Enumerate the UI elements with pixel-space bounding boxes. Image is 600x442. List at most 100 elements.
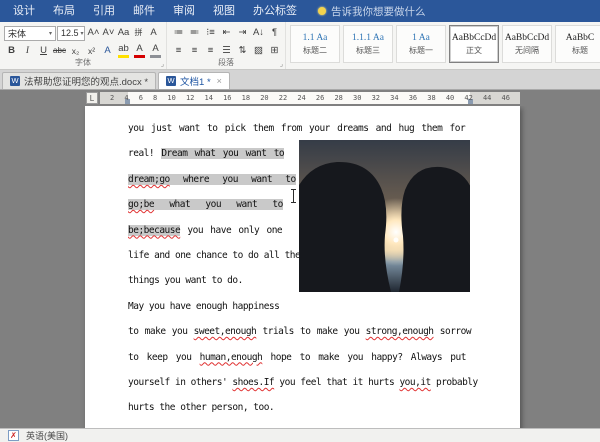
ruler-number: 14 — [205, 92, 213, 104]
phonetic-guide-icon[interactable]: 拼 — [131, 25, 146, 41]
ruler-row: L 24681012141618202224262830323436384042… — [0, 90, 600, 106]
document-tab[interactable]: W 法帮助您证明您的观点.docx * — [2, 72, 156, 89]
ruler-number: 44 — [483, 92, 491, 104]
text-line[interactable]: hurts the other person, too. — [128, 395, 476, 420]
status-bar: ✗ 英语(美国) — [0, 428, 600, 442]
ruler-numbers: 2468101214161820222426283032343638404244… — [100, 92, 520, 104]
text-segment: dream;go — [128, 174, 170, 185]
change-case-icon[interactable]: Aa — [116, 25, 131, 41]
text-line[interactable]: to keep you human,enough hope to make yo… — [128, 345, 476, 370]
photo-lens-flare — [394, 238, 399, 243]
ruler-number: 36 — [409, 92, 417, 104]
multilevel-list-icon[interactable]: ⁝≡ — [203, 25, 218, 41]
paragraph-group-label: 段落 — [167, 57, 285, 68]
document-tab-label: 文档1 * — [180, 74, 211, 88]
text-segment: you have only one — [180, 225, 282, 236]
document-tabs: W 法帮助您证明您的观点.docx *W 文档1 * × — [0, 70, 600, 90]
text-segment: strong,enough — [366, 326, 434, 337]
font-name-combo[interactable]: 宋体▾ — [4, 26, 56, 41]
style-preview: AaBbCcDd — [505, 33, 549, 43]
paragraph-group: ≔≕⁝≡⇤⇥A↓¶ ≡≡≡☰⇅▨⊞ 段落 ⌟ — [167, 22, 286, 69]
word-doc-icon: W — [10, 76, 20, 86]
text-segment: real! — [128, 148, 161, 159]
text-segment: human,enough — [200, 352, 263, 363]
style-name: 标题一 — [409, 45, 433, 56]
numbered-list-icon[interactable]: ≕ — [187, 25, 202, 41]
ruler-number: 30 — [353, 92, 361, 104]
menu-tab[interactable]: 视图 — [204, 0, 244, 22]
ruler-number: 46 — [502, 92, 510, 104]
word-app: 设计布局引用邮件审阅视图办公标签 告诉我你想要做什么 宋体▾ 12.5▾ A˄A… — [0, 0, 600, 442]
bullet-list-icon[interactable]: ≔ — [171, 25, 186, 41]
text-segment: probably — [431, 377, 478, 388]
paragraph-dialog-launcher[interactable]: ⌟ — [280, 60, 283, 68]
ruler-number: 16 — [223, 92, 231, 104]
text-segment: hope to make you happy? Always put — [262, 352, 466, 363]
style-card[interactable]: 1.1.1 Aa标题三 — [343, 25, 393, 63]
clear-formatting-icon[interactable]: A — [146, 25, 161, 41]
document-tab-label: 法帮助您证明您的观点.docx * — [24, 74, 148, 88]
text-segment: be;because — [128, 225, 180, 236]
text-line[interactable]: yourself in others' shoes.If you feel th… — [128, 370, 476, 395]
text-line[interactable]: May you have enough happiness — [128, 294, 476, 319]
lightbulb-icon — [318, 7, 326, 15]
paragraph-marks-icon[interactable]: ¶ — [267, 25, 282, 41]
text-segment: to make you — [128, 326, 194, 337]
ruler-number: 22 — [279, 92, 287, 104]
decrease-indent-icon[interactable]: ⇤ — [219, 25, 234, 41]
ribbon: 宋体▾ 12.5▾ A˄A˅Aa拼A BIUabcx₂x²AabAA 字体 ⌟ … — [0, 22, 600, 70]
style-card[interactable]: AaBbCcDd 无间隔 — [502, 25, 552, 63]
language-status[interactable]: 英语(美国) — [26, 429, 68, 442]
font-group-label: 字体 — [0, 57, 166, 68]
menu-tab[interactable]: 布局 — [44, 0, 84, 22]
text-segment: you just want to pick them from your dre… — [128, 123, 465, 134]
shrink-font-icon[interactable]: A˅ — [101, 25, 116, 41]
text-segment: you,it — [399, 377, 430, 388]
grow-font-icon[interactable]: A˄ — [86, 25, 101, 41]
ruler-number: 40 — [446, 92, 454, 104]
tab-close-icon[interactable]: × — [217, 76, 222, 86]
tab-stop-selector[interactable]: L — [86, 92, 98, 104]
style-card[interactable]: AaBbCcDd 正文 — [449, 25, 499, 63]
document-tab[interactable]: W文档1 *× — [158, 72, 230, 89]
text-segment: to keep you — [128, 352, 200, 363]
ruler-number: 4 — [124, 92, 128, 104]
menu-tab[interactable]: 办公标签 — [244, 0, 306, 22]
style-card[interactable]: 1.1 Aa标题二 — [290, 25, 340, 63]
ruler-number: 20 — [260, 92, 268, 104]
font-row1-icons: A˄A˅Aa拼A — [86, 25, 161, 41]
text-segment: sweet,enough — [194, 326, 257, 337]
menu-tab[interactable]: 邮件 — [124, 0, 164, 22]
style-preview: AaBbCcDd — [452, 33, 496, 43]
text-segment: what you want to — [154, 199, 283, 210]
sunset-couple-photo[interactable] — [299, 140, 470, 292]
proofing-errors-icon[interactable]: ✗ — [8, 430, 19, 441]
sort-icon[interactable]: A↓ — [251, 25, 266, 41]
font-dialog-launcher[interactable]: ⌟ — [161, 60, 164, 68]
style-name: 正文 — [466, 45, 482, 56]
page[interactable]: you just want to pick them from your dre… — [85, 106, 520, 428]
text-line[interactable]: you just want to pick them from your dre… — [128, 116, 476, 141]
horizontal-ruler[interactable]: 2468101214161820222426283032343638404244… — [100, 92, 520, 104]
ruler-number: 26 — [316, 92, 324, 104]
text-segment: yourself in others' — [128, 377, 232, 388]
style-card[interactable]: 1 Aa标题一 — [396, 25, 446, 63]
ruler-number: 38 — [427, 92, 435, 104]
text-segment: life and one chance to do all the — [128, 250, 300, 261]
increase-indent-icon[interactable]: ⇥ — [235, 25, 250, 41]
menu-tab[interactable]: 引用 — [84, 0, 124, 22]
tell-me-label: 告诉我你想要做什么 — [331, 4, 426, 19]
tell-me-search[interactable]: 告诉我你想要做什么 — [318, 4, 426, 19]
ruler-number: 10 — [167, 92, 175, 104]
document-area: you just want to pick them from your dre… — [0, 106, 600, 428]
style-card[interactable]: AaBbC标题 — [555, 25, 600, 63]
text-line[interactable]: to make you sweet,enough trials to make … — [128, 319, 476, 344]
styles-group: 1.1 Aa标题二1.1.1 Aa标题三1 Aa标题一AaBbCcDd正文AaB… — [286, 22, 600, 69]
menu-tab[interactable]: 审阅 — [164, 0, 204, 22]
text-segment: sorrow — [434, 326, 472, 337]
style-name: 无间隔 — [515, 45, 539, 56]
menu-tab[interactable]: 设计 — [4, 0, 44, 22]
font-name-value: 宋体 — [8, 27, 26, 40]
font-size-combo[interactable]: 12.5▾ — [57, 26, 85, 41]
text-line[interactable]: The happiest of people don't necessarily… — [128, 421, 476, 428]
